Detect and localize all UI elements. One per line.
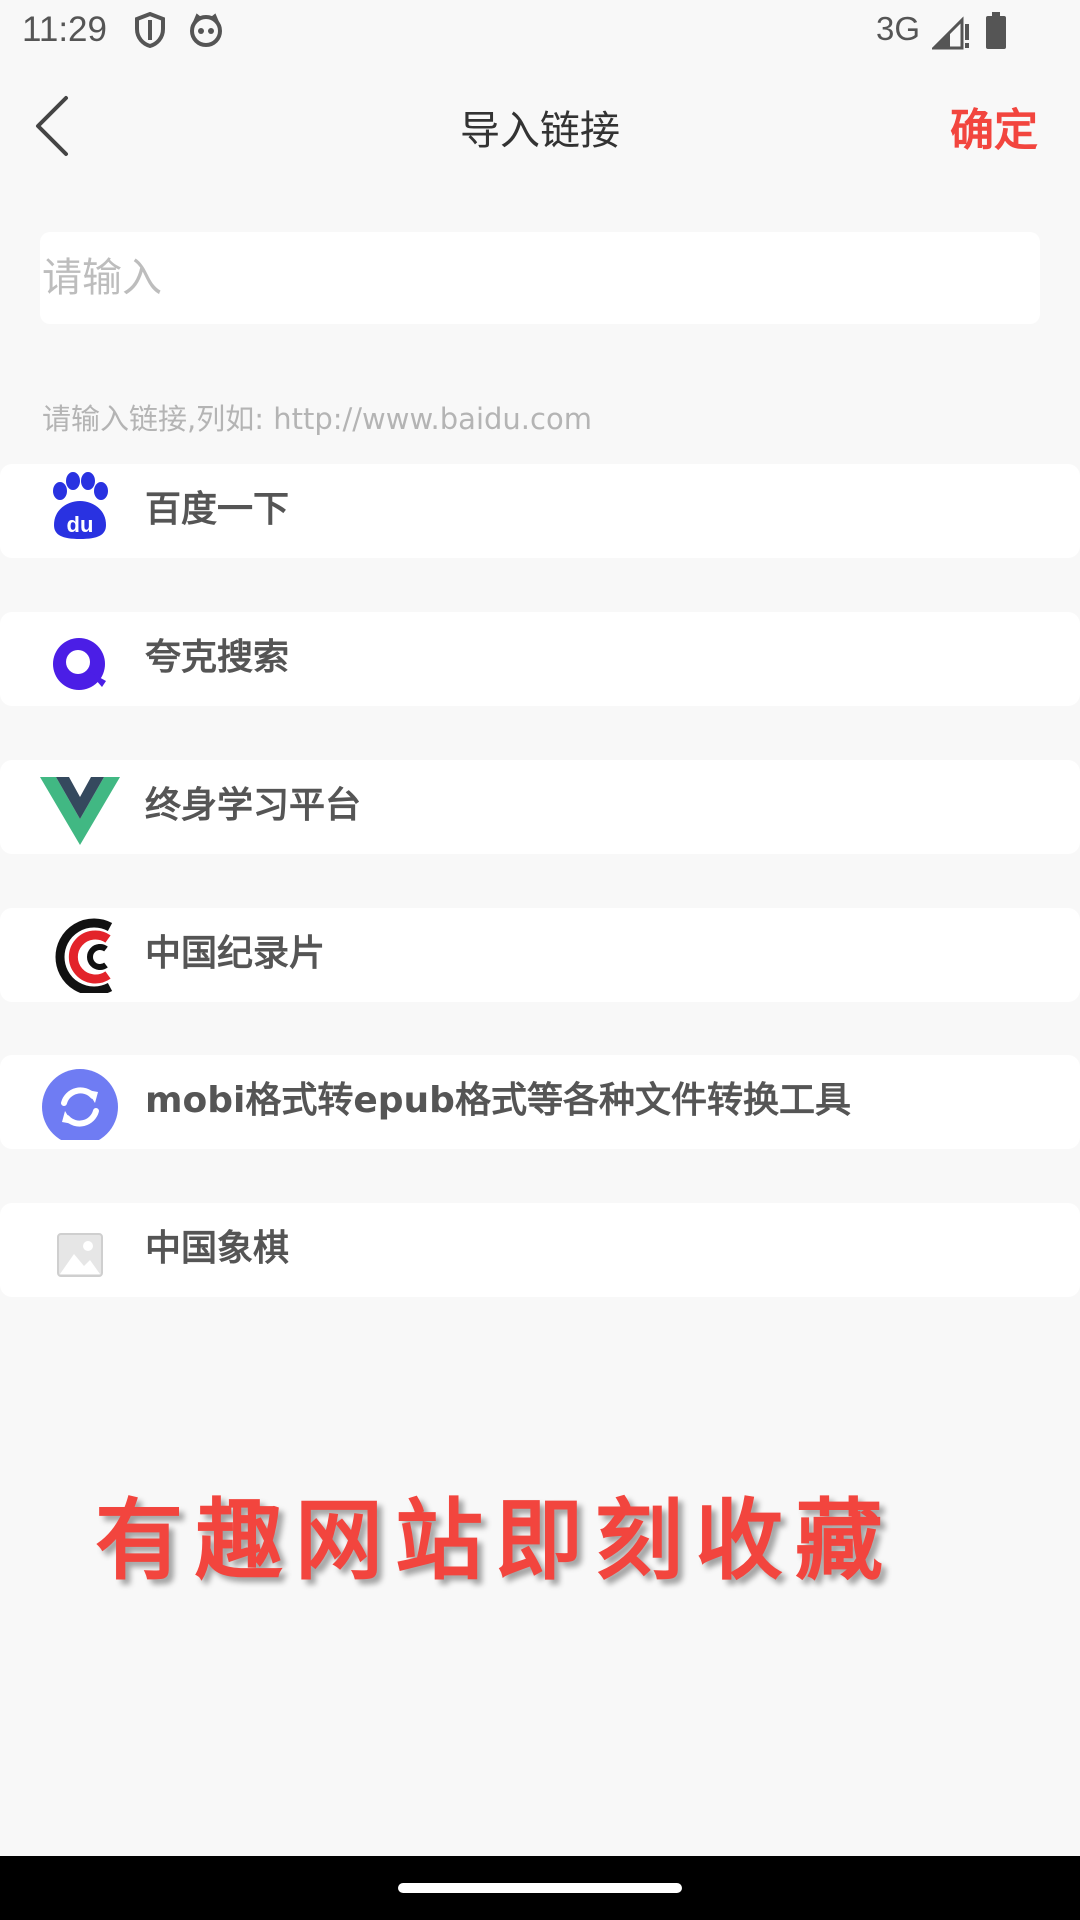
site-item-documentary[interactable]: 中国纪录片 <box>0 908 1080 1002</box>
image-placeholder-icon <box>40 1208 120 1288</box>
site-label: 百度一下 <box>145 489 290 530</box>
url-input[interactable] <box>40 232 1040 324</box>
shield-icon <box>134 11 166 53</box>
convert-icon <box>40 1060 120 1145</box>
site-label: 终身学习平台 <box>145 785 362 826</box>
svg-text:du: du <box>67 512 94 537</box>
site-item-chinese-chess[interactable]: 中国象棋 <box>0 1203 1080 1297</box>
header: 导入链接 确定 <box>0 70 1080 180</box>
page-title: 导入链接 <box>460 108 620 154</box>
site-item-file-converter[interactable]: mobi格式转epub格式等各种文件转换工具 <box>0 1055 1080 1149</box>
vue-icon <box>40 765 120 845</box>
quark-icon <box>40 617 120 697</box>
site-item-lifelong-learning[interactable]: 终身学习平台 <box>0 760 1080 854</box>
input-hint: 请输入链接,列如: http://www.baidu.com <box>42 402 592 436</box>
promo-caption: 有趣网站即刻收藏 <box>95 1489 896 1592</box>
site-label: 夸克搜索 <box>145 637 290 678</box>
status-time: 11:29 <box>22 10 107 49</box>
site-label: 中国象棋 <box>145 1228 290 1269</box>
network-type: 3G <box>876 10 921 47</box>
battery-icon <box>985 12 1007 55</box>
site-label: 中国纪录片 <box>145 933 326 974</box>
cctv-icon <box>40 913 120 996</box>
baidu-icon: du <box>40 469 120 549</box>
site-label: mobi格式转epub格式等各种文件转换工具 <box>145 1080 851 1121</box>
cat-icon <box>188 12 224 53</box>
confirm-button[interactable]: 确定 <box>950 94 1038 158</box>
home-indicator[interactable] <box>398 1883 682 1893</box>
site-item-baidu[interactable]: du 百度一下 <box>0 464 1080 558</box>
site-item-quark[interactable]: 夸克搜索 <box>0 612 1080 706</box>
navigation-bar <box>0 1856 1080 1920</box>
signal-icon <box>930 14 970 55</box>
status-bar: 11:29 3G <box>0 0 1080 62</box>
